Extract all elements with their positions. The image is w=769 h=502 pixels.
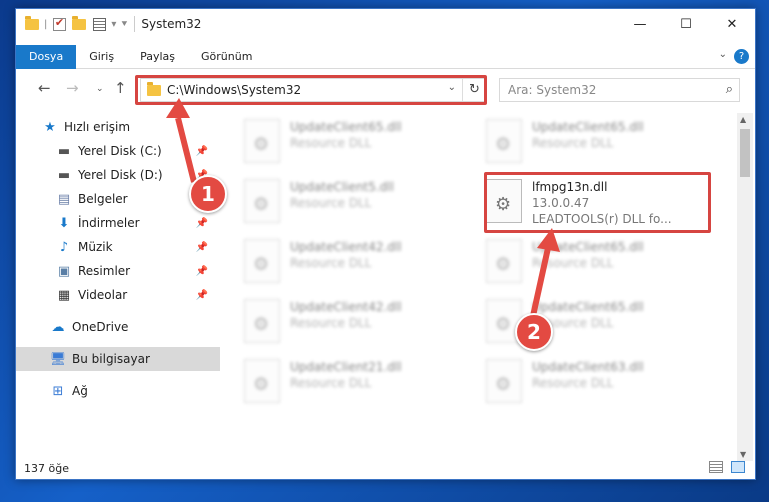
arrow-head-1 [166, 98, 190, 118]
callout-arrows [166, 98, 560, 317]
arrow-line-1 [175, 117, 197, 183]
arrow-line-2 [530, 247, 551, 317]
arrow-head-2 [537, 228, 560, 252]
callout-badge-2: 2 [515, 313, 553, 351]
callout-badge-1: 1 [189, 175, 227, 213]
